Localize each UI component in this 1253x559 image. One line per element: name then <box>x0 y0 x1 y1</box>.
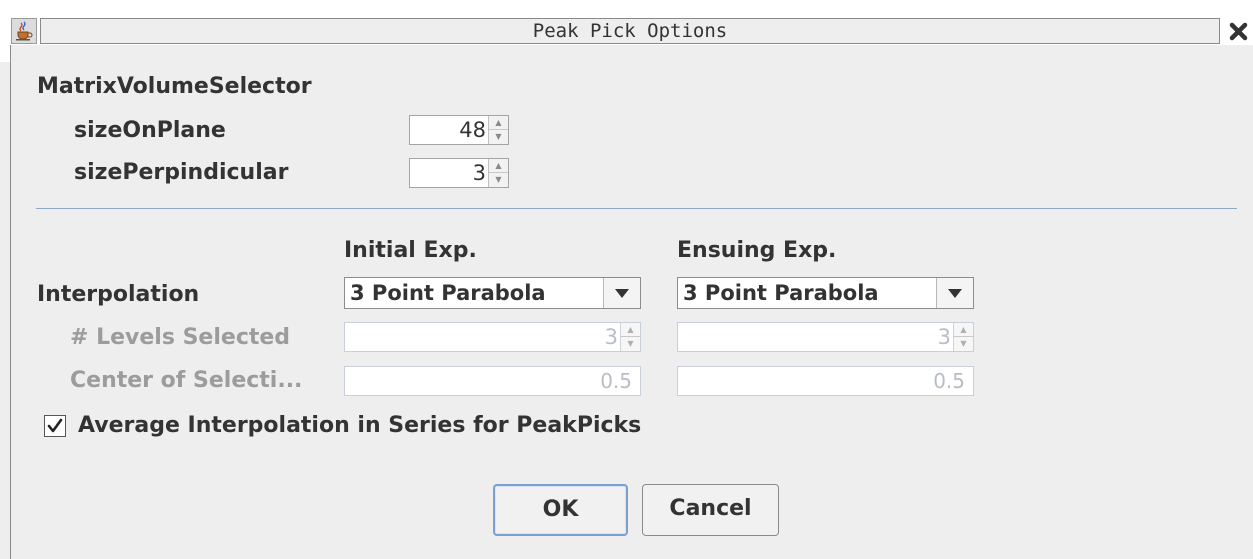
initial-exp-column-header: Initial Exp. <box>344 238 477 263</box>
size-on-plane-value[interactable]: 48 <box>410 116 489 144</box>
spinner-up-icon[interactable]: ▲ <box>954 323 973 337</box>
spinner-up-icon[interactable]: ▲ <box>621 323 640 337</box>
spinner-down-icon[interactable]: ▼ <box>954 337 973 351</box>
ensuing-interpolation-combo[interactable]: 3 Point Parabola <box>677 277 974 309</box>
spinner-down-icon[interactable]: ▼ <box>489 130 508 144</box>
interpolation-label: Interpolation <box>37 282 200 307</box>
average-interpolation-checkbox[interactable] <box>44 415 66 437</box>
ensuing-center-field[interactable]: 0.5 <box>677 366 974 396</box>
ensuing-levels-arrows: ▲ ▼ <box>953 323 973 351</box>
initial-center-field[interactable]: 0.5 <box>344 366 641 396</box>
initial-levels-value[interactable]: 3 <box>345 323 621 351</box>
size-perpindicular-label: sizePerpindicular <box>74 160 289 185</box>
size-perpindicular-value[interactable]: 3 <box>410 159 489 187</box>
close-icon[interactable] <box>1226 17 1253 45</box>
size-perpindicular-spinner[interactable]: 3 ▲ ▼ <box>409 158 509 188</box>
initial-levels-spinner[interactable]: 3 ▲ ▼ <box>344 322 641 352</box>
ensuing-levels-spinner[interactable]: 3 ▲ ▼ <box>677 322 974 352</box>
chevron-down-icon[interactable] <box>936 278 973 308</box>
levels-selected-label: # Levels Selected <box>70 325 291 350</box>
ensuing-center-value: 0.5 <box>933 369 965 393</box>
ok-button[interactable]: OK <box>493 484 628 536</box>
initial-interpolation-combo[interactable]: 3 Point Parabola <box>344 277 641 309</box>
initial-levels-arrows: ▲ ▼ <box>620 323 640 351</box>
window-title: Peak Pick Options <box>40 18 1220 44</box>
java-coffee-cup-icon[interactable] <box>11 18 37 44</box>
initial-center-value: 0.5 <box>600 369 632 393</box>
ensuing-levels-value[interactable]: 3 <box>678 323 954 351</box>
initial-interpolation-value: 3 Point Parabola <box>350 281 546 305</box>
ensuing-exp-column-header: Ensuing Exp. <box>677 238 837 263</box>
peak-pick-options-dialog: Peak Pick Options MatrixVolumeSelector s… <box>0 0 1253 559</box>
ensuing-interpolation-value: 3 Point Parabola <box>683 281 879 305</box>
average-interpolation-label[interactable]: Average Interpolation in Series for Peak… <box>78 413 641 438</box>
size-on-plane-label: sizeOnPlane <box>74 118 226 143</box>
center-of-selection-label: Center of Selecti... <box>70 368 303 393</box>
chevron-down-icon[interactable] <box>603 278 640 308</box>
size-on-plane-spinner[interactable]: 48 ▲ ▼ <box>409 115 509 145</box>
cancel-button[interactable]: Cancel <box>642 484 779 536</box>
spinner-up-icon[interactable]: ▲ <box>489 159 508 173</box>
section-separator <box>36 208 1237 209</box>
spinner-up-icon[interactable]: ▲ <box>489 116 508 130</box>
spinner-down-icon[interactable]: ▼ <box>489 173 508 187</box>
size-perpindicular-arrows: ▲ ▼ <box>488 159 508 187</box>
matrix-volume-selector-heading: MatrixVolumeSelector <box>37 74 312 99</box>
size-on-plane-arrows: ▲ ▼ <box>488 116 508 144</box>
spinner-down-icon[interactable]: ▼ <box>621 337 640 351</box>
